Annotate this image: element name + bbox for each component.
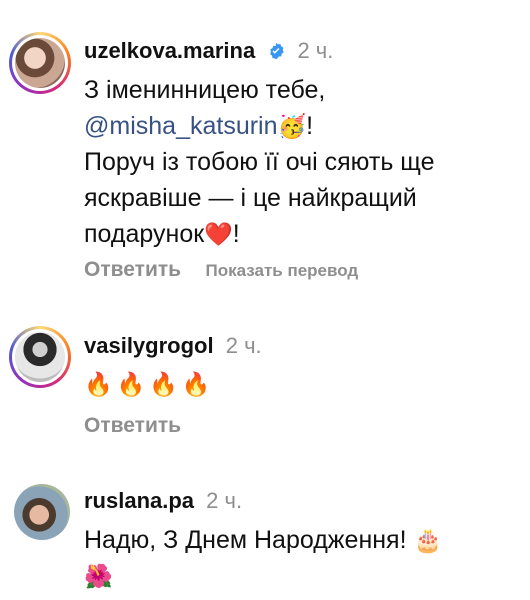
birthday-cake-emoji-icon: 🎂 — [413, 527, 443, 553]
story-ring[interactable] — [9, 326, 71, 388]
avatar[interactable] — [15, 38, 65, 88]
hibiscus-emoji-icon: 🌺 — [84, 563, 113, 589]
show-translation-button[interactable]: Показать перевод — [206, 261, 359, 280]
story-ring[interactable] — [9, 32, 71, 94]
username-link[interactable]: vasilygrogol — [84, 333, 214, 358]
partying-face-emoji-icon: 🥳 — [277, 113, 307, 139]
comment-text-line: З іменинницею тебе, — [84, 76, 326, 104]
comment-text-line: яскравіше — і це найкращий — [84, 184, 417, 212]
comment-text-fragment: ! — [306, 112, 314, 140]
red-heart-emoji-icon: ❤️ — [204, 221, 233, 247]
fire-emoji-icon: 🔥🔥🔥🔥 — [84, 371, 215, 397]
comment-text-fragment: подарунок — [84, 220, 205, 248]
comment-text-fragment: ! — [232, 220, 240, 248]
mention-link[interactable]: @misha_katsurin — [84, 112, 278, 140]
comment-time: 2 ч. — [297, 38, 334, 63]
username-link[interactable]: uzelkova.marina — [84, 38, 255, 63]
comment-text: З іменинницею тебе, @misha_katsurin🥳! По… — [84, 72, 514, 252]
comment-text-line: Поруч із тобою її очі сяють ще — [84, 148, 435, 176]
reply-button[interactable]: Ответить — [84, 258, 181, 281]
avatar[interactable] — [14, 484, 70, 540]
comment-time: 2 ч. — [225, 333, 262, 358]
username-link[interactable]: ruslana.pa — [84, 488, 194, 513]
comment-time: 2 ч. — [206, 488, 243, 513]
avatar[interactable] — [15, 332, 65, 382]
comment-text-line: Надю, З Днем Народження! — [84, 526, 407, 554]
verified-badge-icon — [270, 42, 284, 60]
reply-button[interactable]: Ответить — [84, 414, 181, 437]
